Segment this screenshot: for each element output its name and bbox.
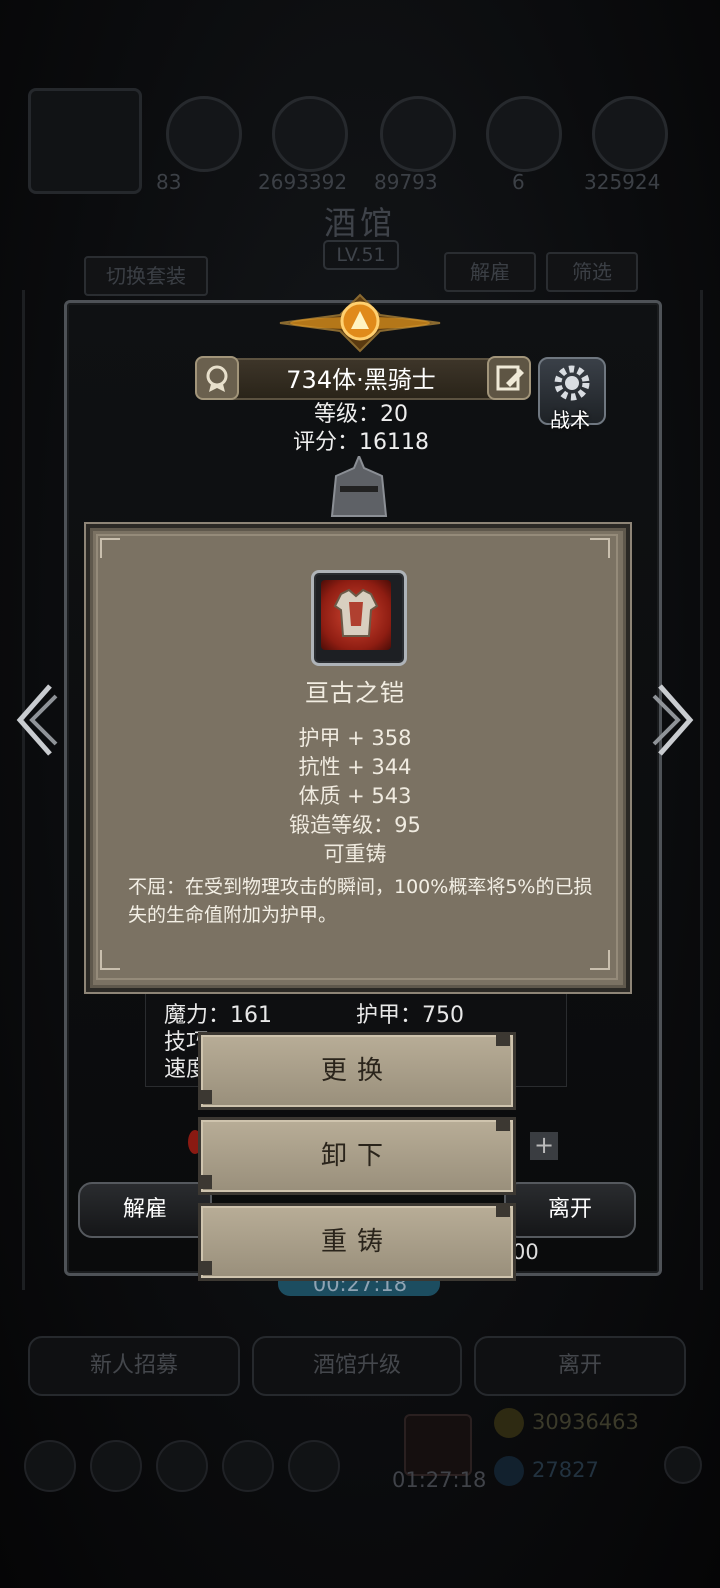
next-arrow-icon[interactable] [652, 680, 700, 760]
menu-icon[interactable] [222, 1440, 274, 1492]
filter-button[interactable]: 筛选 [546, 252, 638, 292]
resource-count: 2693392 [258, 170, 348, 194]
resource-icon [380, 96, 456, 172]
leave-tavern-button[interactable]: 离开 [474, 1336, 686, 1396]
tavern-level-badge: LV.51 [323, 240, 399, 270]
dismiss-top-button[interactable]: 解雇 [444, 252, 536, 292]
gear-icon [554, 365, 590, 401]
resource-row: 83 2693392 89793 6 325924 [0, 90, 720, 200]
tactics-label: 战术 [550, 408, 590, 432]
resource-icon [486, 96, 562, 172]
resource-icon [592, 96, 668, 172]
replace-button[interactable]: 更换 [198, 1032, 516, 1110]
popup-corner [100, 538, 120, 558]
resource-icon [272, 96, 348, 172]
button-corner [198, 1175, 212, 1189]
reforge-button[interactable]: 重铸 [198, 1203, 516, 1281]
dismiss-hero-button[interactable]: 解雇 [78, 1182, 212, 1238]
menu-icon[interactable] [288, 1440, 340, 1492]
item-attribute: 可重铸 [323, 842, 387, 866]
hero-name: 734体·黑骑士 [286, 366, 436, 394]
hero-helmet-icon [330, 456, 388, 517]
previous-arrow-icon[interactable] [10, 680, 58, 760]
button-corner [496, 1117, 510, 1131]
popup-corner [100, 950, 120, 970]
resource-count: 89793 [374, 170, 438, 194]
partial-number: 00 [512, 1240, 539, 1264]
frame-decoration-right [660, 290, 703, 1290]
edit-name-icon[interactable] [487, 356, 531, 400]
resource-icon [166, 96, 242, 172]
item-attribute: 体质 + 543 [298, 784, 412, 808]
item-name: 亘古之铠 [305, 679, 405, 707]
item-attribute: 锻造等级：95 [289, 813, 421, 837]
button-corner [198, 1090, 212, 1104]
gem-amount: 27827 [532, 1458, 599, 1482]
armor-item-icon [321, 580, 391, 650]
popup-corner [590, 950, 610, 970]
leave-button[interactable]: 离开 [504, 1182, 636, 1238]
item-attribute: 护甲 + 358 [298, 726, 412, 750]
gift-icon[interactable] [404, 1414, 472, 1476]
rank-crest-icon [279, 293, 441, 353]
menu-icon[interactable] [156, 1440, 208, 1492]
frame-decoration-left [22, 290, 65, 1290]
add-button[interactable]: + [530, 1132, 558, 1160]
item-description: 不屈：在受到物理攻击的瞬间，100%概率将5%的已损失的生命值附加为护甲。 [128, 876, 593, 926]
resource-count: 83 [156, 170, 182, 194]
button-corner [496, 1203, 510, 1217]
stat-armor: 护甲：750 [356, 1003, 464, 1028]
add-icon[interactable] [664, 1446, 702, 1484]
resource-count: 325924 [584, 170, 661, 194]
unequip-button[interactable]: 卸下 [198, 1117, 516, 1195]
footer-timer: 01:27:18 [392, 1468, 487, 1492]
gold-amount: 30936463 [532, 1410, 639, 1434]
switch-outfit-button[interactable]: 切换套装 [84, 256, 208, 296]
menu-icon[interactable] [24, 1440, 76, 1492]
gem-icon [494, 1456, 524, 1486]
resource-count: 6 [512, 170, 525, 194]
popup-corner [590, 538, 610, 558]
gold-icon [494, 1408, 524, 1438]
tavern-title: 酒馆 [323, 204, 396, 242]
menu-icon[interactable] [90, 1440, 142, 1492]
button-corner [496, 1032, 510, 1046]
recruit-button[interactable]: 新人招募 [28, 1336, 240, 1396]
medal-icon[interactable] [195, 356, 239, 400]
button-corner [198, 1261, 212, 1275]
item-attribute: 抗性 + 344 [298, 755, 412, 779]
upgrade-tavern-button[interactable]: 酒馆升级 [252, 1336, 462, 1396]
hero-score: 评分：16118 [293, 430, 429, 455]
